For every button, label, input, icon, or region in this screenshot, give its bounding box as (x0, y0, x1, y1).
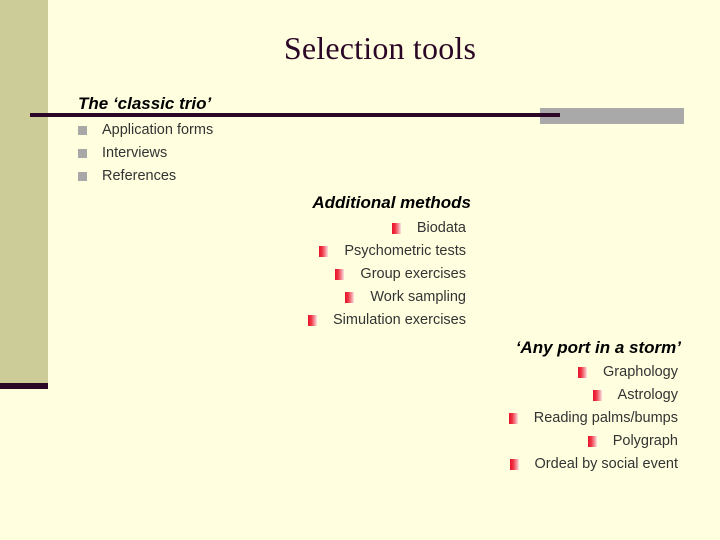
square-bullet-icon (509, 459, 519, 470)
list-item[interactable]: Reading palms/bumps (0, 407, 678, 430)
square-bullet-icon (508, 413, 518, 424)
heading-classic-trio: The ‘classic trio’ (78, 94, 212, 113)
list-item[interactable]: Application forms (78, 119, 213, 142)
square-bullet-icon (319, 246, 329, 257)
list-item[interactable]: Work sampling (0, 286, 466, 309)
header-gray-accent-bar (540, 108, 684, 124)
list-item[interactable]: Psychometric tests (0, 240, 466, 263)
list-item-label: Group exercises (360, 266, 466, 282)
list-item-label: Astrology (617, 387, 678, 403)
page-title: Selection tools (283, 30, 477, 66)
list-item-label: Polygraph (612, 433, 678, 449)
list-item-label: Work sampling (370, 289, 466, 305)
presentation-slide: Selection tools The ‘classic trio’ Appli… (0, 0, 720, 540)
list-item[interactable]: Polygraph (0, 430, 678, 453)
list-item[interactable]: Interviews (78, 142, 213, 165)
list-item[interactable]: References (78, 165, 213, 188)
list-item[interactable]: Ordeal by social event (0, 453, 678, 476)
list-item-label: Graphology (603, 364, 678, 380)
list-item[interactable]: Graphology (0, 361, 678, 384)
list-item-label: References (102, 168, 177, 184)
list-item[interactable]: Astrology (0, 384, 678, 407)
square-bullet-icon (78, 149, 87, 158)
list-additional-methods: Biodata Psychometric tests Group exercis… (0, 217, 466, 332)
list-item-label: Interviews (102, 145, 168, 161)
square-bullet-icon (78, 172, 87, 181)
square-bullet-icon (345, 292, 355, 303)
list-item-label: Simulation exercises (333, 312, 466, 328)
square-bullet-icon (592, 390, 602, 401)
heading-additional-methods: Additional methods (312, 193, 471, 212)
square-bullet-icon (391, 223, 401, 234)
list-item-label: Psychometric tests (344, 243, 466, 259)
list-item-label: Reading palms/bumps (533, 410, 678, 426)
heading-any-port-in-a-storm: ‘Any port in a storm’ (515, 338, 681, 357)
list-item-label: Ordeal by social event (534, 456, 678, 472)
list-classic-trio: Application forms Interviews References (78, 119, 213, 188)
list-item[interactable]: Simulation exercises (0, 309, 466, 332)
list-any-port-in-a-storm: Graphology Astrology Reading palms/bumps… (0, 361, 678, 476)
square-bullet-icon (308, 315, 318, 326)
square-bullet-icon (578, 367, 588, 378)
list-item-label: Biodata (416, 220, 466, 236)
list-item[interactable]: Biodata (0, 217, 466, 240)
square-bullet-icon (335, 269, 345, 280)
list-item-label: Application forms (102, 122, 214, 138)
square-bullet-icon (587, 436, 597, 447)
square-bullet-icon (78, 126, 87, 135)
list-item[interactable]: Group exercises (0, 263, 466, 286)
